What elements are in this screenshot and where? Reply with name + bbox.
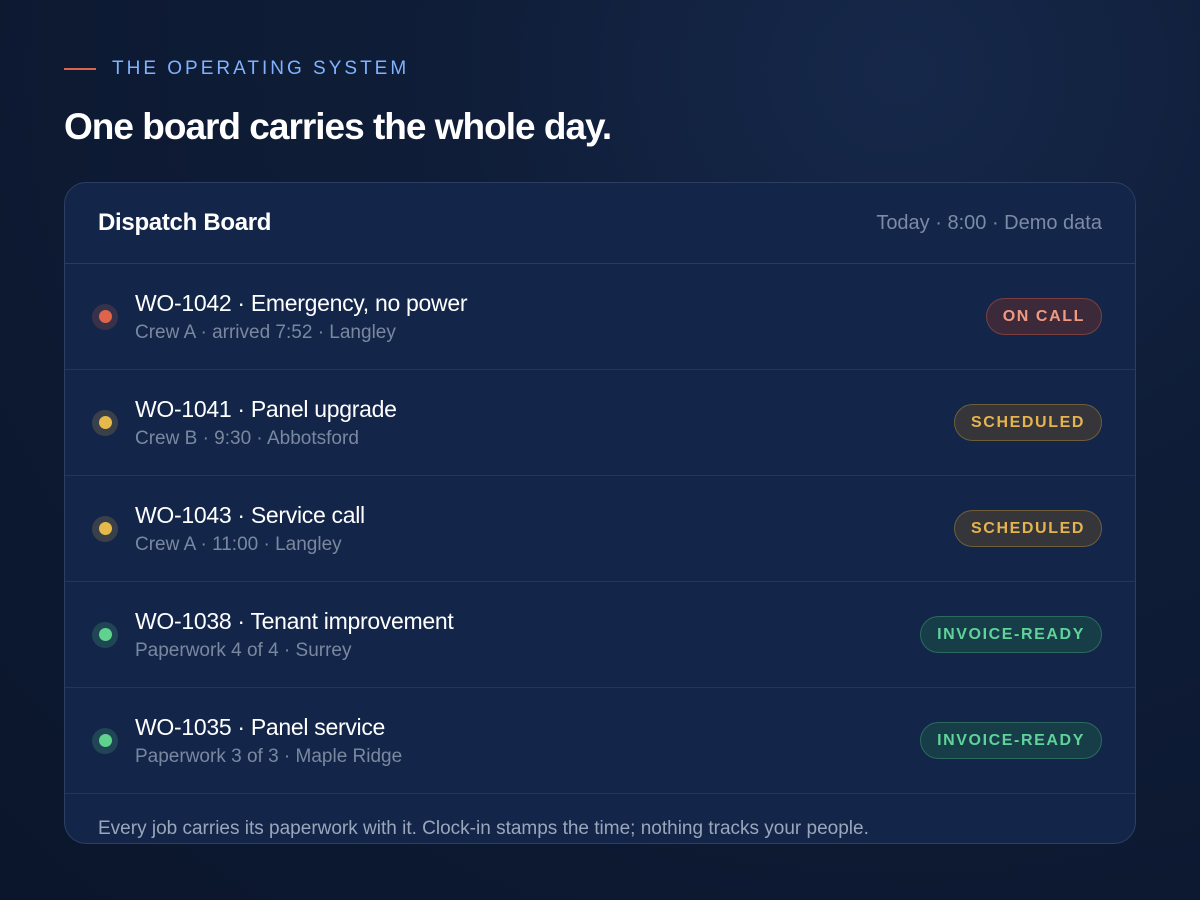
status-dot-yellow-icon <box>92 515 118 542</box>
work-order-subtitle: Paperwork 3 of 3 · Maple Ridge <box>135 745 403 767</box>
work-order-subtitle: Crew A · 11:00 · Langley <box>135 533 342 555</box>
work-order-row[interactable]: WO-1038 · Tenant improvement Paperwork 4… <box>65 582 1135 688</box>
board-meta: Today · 8:00 · Demo data <box>876 211 1102 234</box>
status-badge: INVOICE-READY <box>920 616 1102 653</box>
board-footer-note: Every job carries its paperwork with it.… <box>98 818 869 839</box>
work-order-subtitle: Paperwork 4 of 4 · Surrey <box>135 639 352 661</box>
status-badge: SCHEDULED <box>954 404 1102 441</box>
work-order-row[interactable]: WO-1042 · Emergency, no power Crew A · a… <box>65 264 1135 370</box>
work-order-subtitle: Crew B · 9:30 · Abbotsford <box>135 427 359 449</box>
work-order-subtitle: Crew A · arrived 7:52 · Langley <box>135 321 396 343</box>
status-badge: INVOICE-READY <box>920 722 1102 759</box>
work-order-title: WO-1038 · Tenant improvement <box>135 607 454 634</box>
status-dot-yellow-icon <box>92 409 118 436</box>
work-order-row[interactable]: WO-1043 · Service call Crew A · 11:00 · … <box>65 476 1135 582</box>
work-order-title: WO-1035 · Panel service <box>135 713 386 740</box>
status-badge: ON CALL <box>985 298 1102 335</box>
board-title: Dispatch Board <box>98 209 272 236</box>
dispatch-board: Dispatch Board Today · 8:00 · Demo data … <box>64 182 1136 844</box>
work-order-row[interactable]: WO-1041 · Panel upgrade Crew B · 9:30 · … <box>65 370 1135 476</box>
eyebrow-text: THE OPERATING SYSTEM <box>112 58 410 79</box>
work-order-title: WO-1043 · Service call <box>135 501 365 528</box>
status-dot-green-icon <box>92 621 118 648</box>
work-order-list: WO-1042 · Emergency, no power Crew A · a… <box>65 264 1135 794</box>
eyebrow: THE OPERATING SYSTEM <box>64 58 409 80</box>
eyebrow-accent-line <box>64 68 96 70</box>
status-badge: SCHEDULED <box>954 510 1102 547</box>
work-order-title: WO-1041 · Panel upgrade <box>135 395 397 422</box>
page-headline: One board carries the whole day. <box>64 106 612 147</box>
work-order-row[interactable]: WO-1035 · Panel service Paperwork 3 of 3… <box>65 688 1135 794</box>
board-header: Dispatch Board Today · 8:00 · Demo data <box>65 183 1135 264</box>
status-dot-red-icon <box>92 303 118 330</box>
status-dot-green-icon <box>92 727 118 754</box>
work-order-title: WO-1042 · Emergency, no power <box>135 289 468 316</box>
